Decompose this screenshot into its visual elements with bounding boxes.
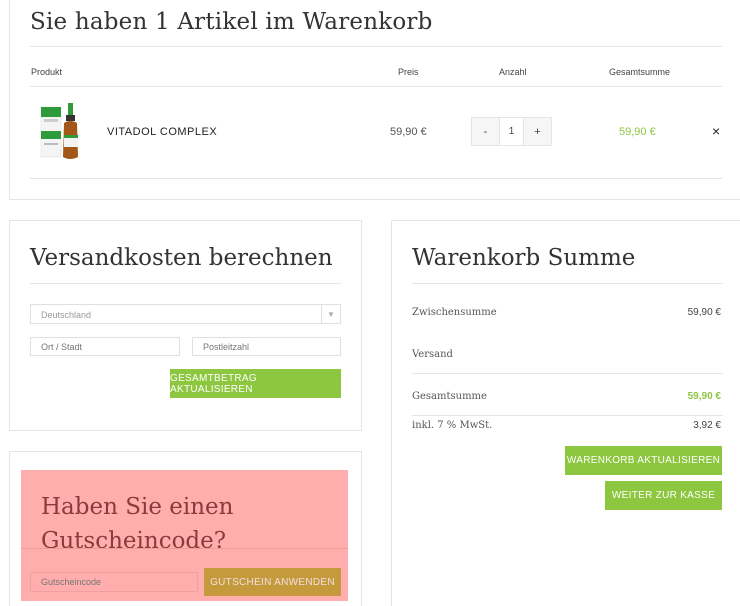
divider [30,86,722,87]
divider [30,283,341,284]
update-cart-button[interactable]: WARENKORB AKTUALISIEREN [565,446,722,475]
city-input[interactable] [30,337,180,356]
subtotal-value: 59,90 € [687,307,721,318]
subtotal-label: Zwischensumme [412,307,497,318]
quantity-increase-button[interactable]: + [524,118,551,145]
checkout-button[interactable]: WEITER ZUR KASSE [605,481,722,510]
chevron-down-icon: ▼ [321,305,340,323]
apply-coupon-button[interactable]: GUTSCHEIN ANWENDEN [204,568,341,596]
quantity-decrease-button[interactable]: - [472,118,499,145]
divider [30,178,722,179]
divider [412,415,723,416]
tax-value: 3,92 € [693,420,721,431]
country-select-value: Deutschland [41,310,92,320]
total-label: Gesamtsumme [412,391,487,402]
product-name[interactable]: VITADOL COMPLEX [107,126,217,138]
coupon-panel: Haben Sie einen Gutscheincode? GUTSCHEIN… [9,451,362,606]
cart-totals-title: Warenkorb Summe [412,245,636,271]
shipping-calculator-panel: Versandkosten berechnen Deutschland ▼ GE… [9,220,362,431]
cart-panel: Sie haben 1 Artikel im Warenkorb Produkt… [9,0,740,200]
tax-label: inkl. 7 % MwSt. [412,420,493,431]
column-header-product: Produkt [31,67,63,77]
cart-title: Sie haben 1 Artikel im Warenkorb [30,9,433,35]
shipping-label: Versand [412,349,453,360]
divider [412,283,723,284]
coupon-code-input[interactable] [30,572,198,592]
divider [30,46,722,47]
quantity-stepper: - 1 + [471,117,552,146]
quantity-input[interactable]: 1 [499,118,524,145]
column-header-price: Preis [398,67,419,77]
product-price: 59,90 € [390,126,427,138]
total-value: 59,90 € [687,391,721,402]
country-select[interactable]: Deutschland ▼ [30,304,341,324]
column-header-total: Gesamtsumme [609,67,671,77]
column-header-quantity: Anzahl [499,67,527,77]
divider [412,373,723,374]
divider [21,548,348,549]
shipping-title: Versandkosten berechnen [30,245,333,271]
postcode-input[interactable] [192,337,341,356]
cart-totals-panel: Warenkorb Summe Zwischensumme 59,90 € Ve… [391,220,740,606]
product-image[interactable] [40,103,80,161]
line-total: 59,90 € [619,126,656,138]
update-totals-button[interactable]: GESAMTBETRAG AKTUALISIEREN [170,369,341,398]
remove-item-icon[interactable]: × [712,123,720,139]
